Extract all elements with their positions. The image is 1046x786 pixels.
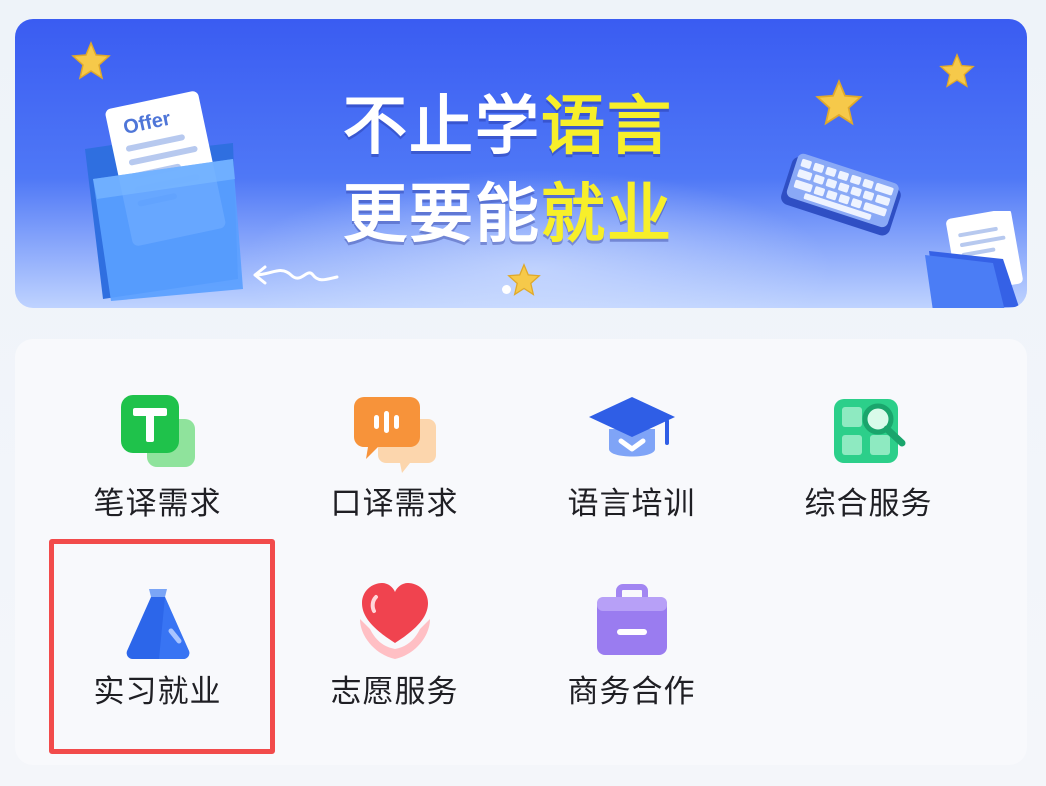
service-label: 综合服务 [804, 486, 933, 522]
document-folder-icon [925, 211, 1023, 308]
star-icon [507, 263, 541, 296]
service-label: 实习就业 [93, 674, 222, 710]
search-grid-icon [833, 399, 905, 463]
service-comprehensive[interactable]: 综合服务 [750, 339, 987, 520]
heart-hands-icon [359, 583, 430, 659]
service-label: 口译需求 [330, 486, 459, 522]
interpretation-icon [353, 397, 436, 473]
internship-bag-icon [126, 589, 189, 660]
briefcase-icon [596, 584, 667, 655]
service-written-translation[interactable]: 笔译需求 [39, 339, 276, 520]
service-grid: 笔译需求 口译需求 语言培训 综合服务 实习就业 志愿服务 商务合作 [15, 339, 1027, 765]
banner-headline-line1: 不止学语言 [343, 90, 673, 164]
service-label: 笔译需求 [93, 486, 222, 522]
banner-headline-line2: 更要能就业 [343, 178, 673, 252]
service-label: 商务合作 [567, 674, 696, 710]
banner-dot [502, 285, 511, 294]
star-icon [71, 41, 111, 80]
star-icon [815, 79, 863, 126]
written-translation-icon [120, 395, 195, 467]
service-language-training[interactable]: 语言培训 [513, 339, 750, 520]
star-icon [939, 53, 975, 88]
offer-folder-icon: Offer [85, 91, 243, 301]
service-label: 志愿服务 [330, 674, 459, 710]
service-business-cooperation[interactable]: 商务合作 [513, 527, 750, 708]
keyboard-icon [781, 153, 901, 236]
service-internship[interactable]: 实习就业 [39, 527, 276, 708]
service-volunteer[interactable]: 志愿服务 [276, 527, 513, 708]
promo-banner[interactable]: Offer 不止学语言 更要能就业 [15, 19, 1027, 308]
swirl-decoration [253, 265, 339, 285]
graduation-cap-icon [588, 397, 675, 457]
service-interpretation[interactable]: 口译需求 [276, 339, 513, 520]
service-label: 语言培训 [567, 486, 696, 522]
